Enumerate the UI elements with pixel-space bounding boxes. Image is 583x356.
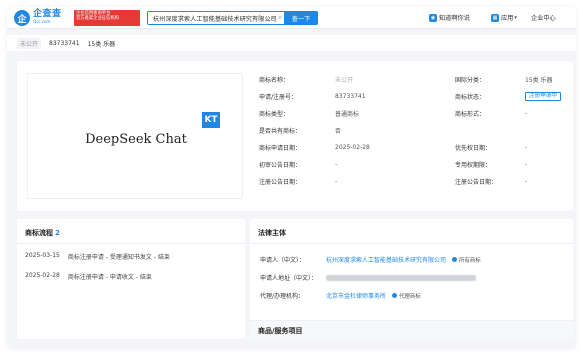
flow-item-date: 2025-02-28	[25, 272, 60, 279]
field-label-intl-class: 国际分类：	[455, 77, 486, 84]
class-label: 15类 乐器	[87, 40, 116, 48]
chevron-down-icon: ▾	[514, 14, 517, 21]
kt-logo-icon: KT	[202, 112, 220, 128]
legal-subject-card: 法律主体 申请人（中文）： 杭州深度求索人工智能基础技术研究有限公司 所有商标 …	[250, 219, 573, 339]
logo-mark-icon: 企	[14, 10, 30, 26]
field-value-intl-class: 15类 乐器	[525, 77, 553, 84]
field-value-reg: 83733741	[335, 93, 366, 100]
trademark-summary-bar: 未公开 83733741 15类 乐器	[7, 35, 576, 51]
goods-title: 商品/服务项目	[258, 327, 303, 335]
applicant-link[interactable]: 杭州深度求索人工智能基础技术研究有限公司	[326, 255, 446, 264]
field-value-exclusive: -	[525, 161, 528, 168]
trademark-image-text: DeepSeek Chat	[85, 132, 187, 147]
flow-item: 2025-02-28 商标注册申请 - 申请收文 - 结束	[25, 272, 152, 281]
applicant-row: 申请人（中文）： 杭州深度求索人工智能基础技术研究有限公司 所有商标	[260, 255, 481, 264]
grid-icon: ▦	[491, 13, 499, 22]
field-label-apply-date: 商标申请日期：	[259, 145, 302, 152]
official-badge[interactable]: 企业信用查询平台 官方备案企业征信机构	[74, 10, 140, 26]
trademark-flow-card: 商标流程 2 2025-03-15 商标注册申请 - 受理通知书发文 - 结束 2…	[17, 219, 245, 339]
all-trademarks-link[interactable]: 所有商标	[452, 256, 481, 264]
page-window: 企 企查查 Qcc.com 企业信用查询平台 官方备案企业征信机构 ✕ 查一下 …	[7, 7, 576, 349]
field-label-reg: 申请/注册号：	[259, 94, 298, 101]
agent-trademarks-link[interactable]: 代理商标	[392, 292, 421, 300]
field-label-exclusive: 专用权期限：	[455, 162, 492, 169]
search-bar: ✕ 查一下	[147, 11, 318, 25]
field-label-priority: 优先权日期：	[455, 145, 492, 152]
nav-enterprise-center[interactable]: 企业中心	[531, 13, 556, 22]
field-label-type: 商标类型：	[259, 111, 290, 118]
flow-title: 商标流程	[25, 229, 53, 237]
search-input[interactable]	[148, 12, 276, 24]
goods-section: 商品/服务项目	[250, 320, 573, 339]
flow-section-title: 商标流程 2	[25, 228, 60, 238]
reg-number: 83733741	[49, 39, 80, 47]
field-label-first-pub: 初审公告日期：	[259, 162, 302, 169]
top-navigation-bar: 企 企查查 Qcc.com 企业信用查询平台 官方备案企业征信机构 ✕ 查一下 …	[7, 7, 576, 29]
nav-app-label: 知道啊你说	[439, 15, 470, 22]
agent-row: 代理/办理机构： 北京市金杜律师事务所 代理商标	[260, 291, 421, 300]
field-value-type: 普通商标	[335, 111, 360, 118]
agent-link[interactable]: 北京市金杜律师事务所	[326, 291, 386, 300]
field-label-share: 是否共有商标：	[259, 128, 302, 135]
flow-item-date: 2025-03-15	[25, 252, 60, 259]
trademark-image[interactable]: KT DeepSeek Chat	[27, 73, 243, 199]
redacted-address	[326, 274, 476, 281]
agent-label: 代理/办理机构：	[260, 293, 305, 300]
agent-dot-icon	[392, 293, 398, 298]
flow-count: 2	[55, 229, 60, 237]
law-divider	[250, 243, 573, 244]
address-row: 申请人地址（中文）：	[260, 273, 476, 282]
search-button[interactable]: 查一下	[284, 11, 318, 25]
flow-item-desc: 商标注册申请 - 受理通知书发文 - 结束	[67, 254, 170, 261]
clear-icon[interactable]: ✕	[276, 14, 284, 22]
nav-apps-label: 应用	[501, 15, 514, 22]
nav-center-label: 企业中心	[531, 15, 556, 22]
nav-app-link[interactable]: ◉ 知道啊你说	[429, 13, 470, 22]
field-value-name: 未公开	[335, 77, 354, 84]
trademark-detail-card: KT DeepSeek Chat 商标名称： 未公开 申请/注册号： 83733…	[17, 61, 573, 211]
law-title: 法律主体	[258, 229, 286, 237]
nav-apps-menu[interactable]: ▦ 应用 ▾	[491, 13, 517, 22]
field-value-reg-pub: -	[335, 178, 338, 185]
field-value-first-pub: -	[335, 161, 338, 168]
logo-url: Qcc.com	[33, 19, 51, 24]
flow-item-desc: 商标注册申请 - 申请收文 - 结束	[67, 274, 152, 281]
trademark-dot-icon	[452, 257, 458, 262]
address-label: 申请人地址（中文）：	[260, 275, 318, 282]
agent-tag-label: 代理商标	[399, 293, 421, 300]
status-tag: 未公开	[17, 37, 42, 49]
logo-name: 企查查	[33, 9, 62, 19]
field-label-status: 商标状态：	[455, 94, 486, 101]
field-value-share: 否	[335, 128, 342, 135]
flow-item: 2025-03-15 商标注册申请 - 受理通知书发文 - 结束	[25, 252, 170, 261]
status-badge: 注册申请中	[525, 92, 561, 101]
field-label-name: 商标名称：	[259, 77, 290, 84]
field-label-intl-reg: 注册公告日期：	[455, 179, 498, 186]
field-value-apply-date: 2025-02-28	[335, 144, 370, 151]
field-value-priority: -	[525, 144, 528, 151]
field-value-intl-reg: -	[525, 178, 528, 185]
field-label-reg-pub: 注册公告日期：	[259, 179, 302, 186]
field-label-form: 商标形式：	[455, 111, 486, 118]
site-logo[interactable]: 企 企查查 Qcc.com	[14, 10, 62, 26]
applicant-label: 申请人（中文）：	[260, 257, 306, 264]
applicant-tag-label: 所有商标	[459, 257, 481, 264]
badge-line-2: 官方备案企业征信机构	[76, 15, 119, 21]
flow-divider	[17, 243, 245, 244]
app-icon: ◉	[429, 13, 437, 22]
field-value-form: -	[525, 110, 528, 117]
